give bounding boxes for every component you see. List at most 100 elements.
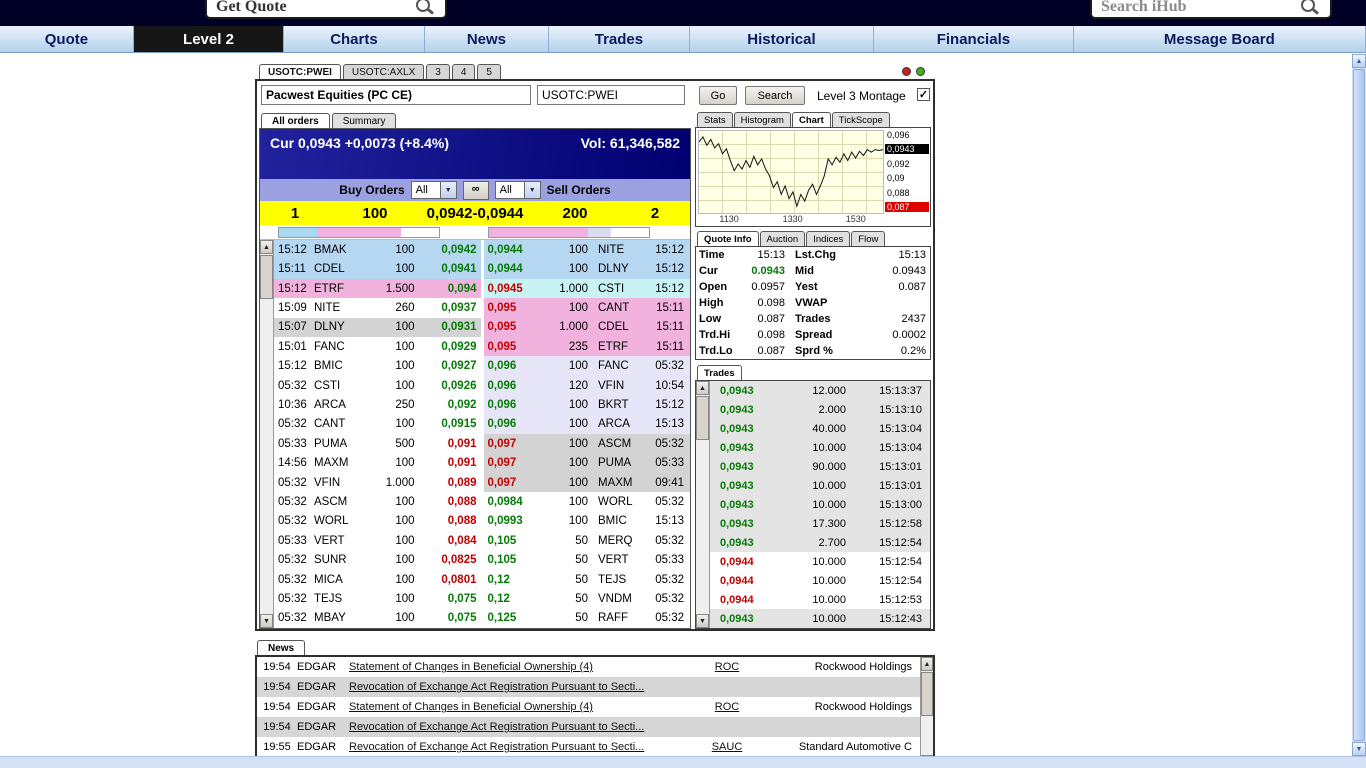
window-tab-3[interactable]: 3	[426, 64, 450, 79]
ask-price: 0,097	[487, 476, 517, 489]
go-button[interactable]: Go	[699, 86, 737, 105]
bid-price: 0,091	[447, 457, 477, 470]
view-tab-all-orders[interactable]: All orders	[261, 113, 330, 128]
ask-mm: VERT	[598, 554, 629, 567]
news-symbol-link[interactable]: ROC	[697, 661, 757, 673]
ask-price: 0,0944	[487, 243, 523, 256]
window-control-red-icon[interactable]	[902, 67, 911, 76]
ask-row: 0,096 100 BKRT 15:12	[483, 395, 690, 415]
trade-row: 0,0943 10.000 15:12:43	[710, 609, 930, 628]
sell-filter-select[interactable]: All ▼	[494, 181, 541, 199]
nav-tab-financials[interactable]: Financials	[874, 26, 1074, 52]
window-control-green-icon[interactable]	[916, 67, 925, 76]
chart-y-label: 0,088	[887, 187, 910, 198]
nav-tab-historical[interactable]: Historical	[690, 26, 875, 52]
scroll-up-button[interactable]: ▲	[260, 240, 273, 254]
quote-info-row: Time 15:13 Lst.Chg 15:13	[696, 247, 930, 263]
tab-quote-info[interactable]: Quote Info	[697, 231, 759, 246]
page-scrollbar-vertical[interactable]: ▲ ▼	[1352, 54, 1366, 756]
trade-price: 0,0943	[720, 479, 754, 492]
quote-info-label: Open	[699, 281, 728, 293]
news-headline-link[interactable]: Revocation of Exchange Act Registration …	[349, 741, 697, 753]
scroll-down-button[interactable]: ▼	[260, 614, 273, 628]
bid-table: 15:12 BMAK 100 0,0942 15:11 CDEL 100 0,0941 15:1…	[274, 240, 481, 628]
ask-price: 0,12	[487, 573, 510, 586]
chevron-down-icon: ▼	[523, 182, 540, 198]
news-symbol-link[interactable]: ROC	[697, 701, 757, 713]
get-quote-input[interactable]: Get Quote	[205, 0, 447, 19]
link-filters-button[interactable]: ∞	[462, 180, 489, 200]
company-name-input[interactable]	[261, 85, 531, 105]
scrollbar-thumb[interactable]	[1353, 69, 1365, 741]
scroll-down-button[interactable]: ▼	[696, 614, 709, 628]
bid-size: 100	[395, 554, 415, 567]
news-headline-link[interactable]: Revocation of Exchange Act Registration …	[349, 681, 697, 693]
scrollbar-track[interactable]	[260, 300, 273, 614]
nav-tab-trades[interactable]: Trades	[549, 26, 690, 52]
news-headline-link[interactable]: Statement of Changes in Beneficial Owner…	[349, 701, 697, 713]
search-ihub-input[interactable]: Search iHub	[1090, 0, 1332, 19]
nav-tab-news[interactable]: News	[425, 26, 550, 52]
nav-tab-charts[interactable]: Charts	[284, 26, 425, 52]
tab-indices[interactable]: Indices	[806, 231, 851, 246]
news-headline-link[interactable]: Revocation of Exchange Act Registration …	[349, 721, 697, 733]
symbol-input[interactable]	[537, 85, 685, 105]
window-tab-4[interactable]: 4	[451, 64, 476, 79]
bid-price: 0,075	[447, 612, 477, 625]
scroll-down-button[interactable]: ▼	[1352, 742, 1366, 756]
trade-row: 0,0943 17.300 15:12:58	[710, 514, 930, 533]
buy-filter-select[interactable]: All ▼	[410, 181, 457, 199]
nav-tab-level-2[interactable]: Level 2	[133, 26, 285, 52]
bid-size: 100	[395, 418, 415, 431]
ask-size: 1.000	[559, 282, 588, 295]
trade-size: 40.000	[812, 422, 846, 435]
bid-size: 250	[395, 398, 415, 411]
news-symbol-link[interactable]: SAUC	[697, 741, 757, 753]
tab-trades[interactable]: Trades	[697, 365, 742, 380]
tab-news[interactable]: News	[257, 640, 306, 655]
scrollbar-thumb[interactable]	[921, 672, 933, 716]
tab-auction[interactable]: Auction	[759, 231, 806, 246]
trade-time: 15:13:37	[879, 384, 922, 397]
level3-checkbox[interactable]: ✓	[917, 88, 930, 101]
bid-mm: ARCA	[314, 398, 346, 411]
bid-mm: PUMA	[314, 437, 348, 450]
news-company: Rockwood Holdings	[814, 701, 912, 713]
ask-row: 0,095 235 ETRF 15:11	[483, 337, 690, 357]
page-scrollbar-horizontal[interactable]	[0, 756, 1366, 768]
scroll-up-button[interactable]: ▲	[1352, 54, 1366, 68]
bid-size: 100	[395, 263, 415, 276]
bid-time: 15:01	[278, 340, 307, 353]
quote-info-label: VWAP	[795, 297, 828, 309]
tab-stats[interactable]: Stats	[697, 112, 733, 127]
bid-time: 05:33	[278, 534, 307, 547]
news-headline-link[interactable]: Statement of Changes in Beneficial Owner…	[349, 661, 697, 673]
tab-chart[interactable]: Chart	[791, 112, 831, 127]
quote-info-tab-strip: Quote Info Auction Indices Flow	[695, 230, 931, 246]
scrollbar-thumb[interactable]	[260, 255, 273, 299]
nav-tab-message-board[interactable]: Message Board	[1074, 26, 1366, 52]
tab-histogram[interactable]: Histogram	[733, 112, 791, 127]
scroll-up-button[interactable]: ▲	[696, 381, 709, 395]
window-tab-usotc-pwei[interactable]: USOTC:PWEI	[259, 64, 341, 79]
window-tab-5[interactable]: 5	[477, 64, 501, 79]
bid-mm: MBAY	[314, 612, 346, 625]
bid-time: 05:32	[278, 612, 307, 625]
search-button[interactable]: Search	[745, 86, 805, 105]
view-tab-summary[interactable]: Summary	[331, 113, 397, 128]
nav-tab-quote[interactable]: Quote	[0, 26, 134, 52]
quote-info-value: 2437	[901, 313, 926, 325]
scrollbar-track[interactable]	[921, 717, 933, 755]
trade-time: 15:12:54	[879, 536, 922, 549]
bid-size: 100	[395, 515, 415, 528]
scroll-up-button[interactable]: ▲	[921, 657, 933, 671]
ask-price: 0,095	[487, 340, 517, 353]
ask-mm: VNDM	[598, 593, 632, 606]
scrollbar-track[interactable]	[696, 441, 709, 614]
tab-tickscope[interactable]: TickScope	[831, 112, 890, 127]
window-tab-usotc-axlx[interactable]: USOTC:AXLX	[342, 64, 425, 79]
tab-flow[interactable]: Flow	[851, 231, 886, 246]
news-row: 19:54 EDGAR Revocation of Exchange Act Reg…	[257, 677, 920, 697]
scrollbar-thumb[interactable]	[696, 396, 709, 440]
trades-box: ▲ ▼ 0,0943 12.000 15:13:37 0,0943 2.000 15:13…	[695, 380, 931, 629]
